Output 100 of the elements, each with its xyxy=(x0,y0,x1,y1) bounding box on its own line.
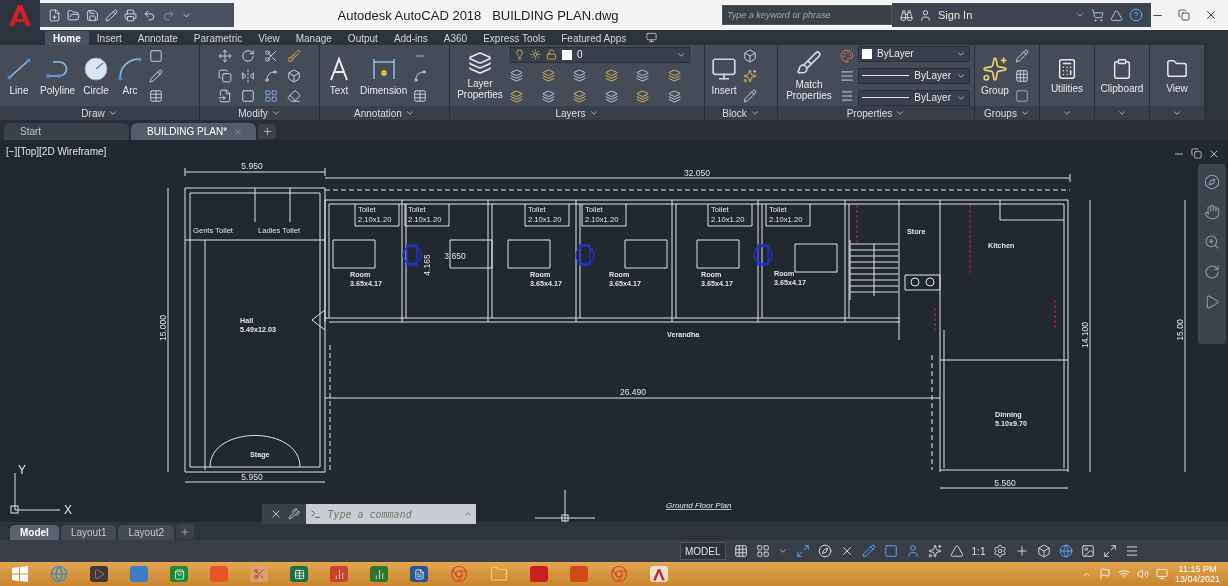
panel-title-button[interactable]: Layers xyxy=(450,106,704,120)
menu-icon[interactable] xyxy=(1125,544,1140,558)
ribbon-tab[interactable]: Home xyxy=(45,31,89,45)
windows-logo-icon[interactable] xyxy=(12,566,28,582)
sign-in-link[interactable]: Sign In xyxy=(938,9,973,21)
linetype-icon[interactable] xyxy=(840,88,854,103)
lineweight-icon[interactable] xyxy=(840,68,854,83)
table-icon[interactable] xyxy=(413,88,428,103)
circle-icon[interactable] xyxy=(83,55,110,82)
layer-tool-icon[interactable] xyxy=(604,68,618,82)
block-icon[interactable] xyxy=(743,48,757,63)
restore-icon[interactable] xyxy=(1191,148,1202,159)
command-line-field[interactable]: Type a command xyxy=(306,504,476,524)
layer-tool-icon[interactable] xyxy=(510,89,523,103)
property-dropdown[interactable]: ByLayer xyxy=(858,89,970,106)
close-icon[interactable] xyxy=(1204,8,1218,22)
app-logo[interactable] xyxy=(0,0,40,30)
close-icon[interactable] xyxy=(270,508,282,520)
ribbon-tool-button[interactable]: Line xyxy=(4,55,34,96)
file-tab[interactable]: BUILDING PLAN* xyxy=(131,123,256,140)
panel-title-button[interactable]: Annotation xyxy=(320,106,449,120)
open-folder-icon[interactable] xyxy=(66,8,80,22)
layout-tab[interactable]: Layout1 xyxy=(60,525,117,540)
ribbon-tool-button[interactable]: Match Properties xyxy=(782,50,836,101)
layers-icon[interactable] xyxy=(468,51,492,75)
panel-title-button[interactable]: Groups xyxy=(975,106,1039,120)
presentation-icon[interactable] xyxy=(330,566,348,582)
match-properties-icon[interactable] xyxy=(796,50,822,76)
pencil-icon[interactable] xyxy=(149,68,164,83)
folder-icon[interactable] xyxy=(1166,57,1188,80)
snap-icon[interactable] xyxy=(755,544,770,558)
help-icon[interactable] xyxy=(1129,8,1143,22)
ribbon-tool-button[interactable]: Insert xyxy=(709,55,739,96)
ribbon-tool-button[interactable]: Layer Properties xyxy=(454,51,506,100)
print-icon[interactable] xyxy=(123,8,137,22)
caret-icon[interactable] xyxy=(1075,10,1085,20)
model-space-button[interactable]: MODEL xyxy=(680,542,726,560)
layer-tool-icon[interactable] xyxy=(573,68,586,82)
ribbon-tool-button[interactable]: Text xyxy=(324,55,354,96)
close-icon[interactable] xyxy=(1208,148,1220,160)
property-dropdown[interactable]: ByLayer xyxy=(858,67,970,84)
command-input-field[interactable]: Type a command xyxy=(325,507,459,521)
caret-icon[interactable] xyxy=(777,546,788,556)
ribbon-tab[interactable]: Featured Apps xyxy=(553,31,635,45)
ribbon-tab[interactable]: Add-ins xyxy=(385,31,436,45)
layer-tool-icon[interactable] xyxy=(541,89,555,103)
rectangle-icon[interactable] xyxy=(149,48,164,63)
panel-title-button[interactable]: Block xyxy=(705,106,777,120)
copy-icon[interactable] xyxy=(218,68,232,83)
ribbon-tab[interactable]: View xyxy=(250,31,288,45)
save-icon[interactable] xyxy=(85,8,99,22)
settings-icon[interactable] xyxy=(993,544,1008,558)
ribbon-tab[interactable]: A360 xyxy=(435,31,476,45)
triangle-icon[interactable] xyxy=(1110,8,1123,22)
new-file-icon[interactable] xyxy=(47,8,61,22)
ribbon-tab[interactable]: Output xyxy=(339,31,386,45)
layer-tool-icon[interactable] xyxy=(541,68,555,82)
ribbon-tab[interactable]: Manage xyxy=(287,31,340,45)
media-player-icon[interactable] xyxy=(90,566,108,582)
fullscreen-icon[interactable] xyxy=(1103,544,1118,558)
ribbon-tab[interactable]: Insert xyxy=(88,31,130,45)
store-icon[interactable] xyxy=(170,566,188,582)
viewport-label[interactable]: [−][Top][2D Wireframe] xyxy=(6,146,107,157)
mirror-icon[interactable] xyxy=(241,68,255,83)
layer-tool-icon[interactable] xyxy=(573,89,586,103)
calculator-icon[interactable] xyxy=(1056,57,1078,80)
property-dropdown[interactable]: ByLayer xyxy=(858,45,970,62)
flag-icon[interactable] xyxy=(1098,568,1111,580)
ribbon-tool-button[interactable]: Arc xyxy=(115,55,146,96)
color-wheel-icon[interactable] xyxy=(840,48,854,63)
group-edit-icon[interactable] xyxy=(1014,48,1029,63)
eraser-icon[interactable] xyxy=(287,88,301,103)
annotation-scale-button[interactable]: 1:1 xyxy=(971,545,986,557)
panel-title-button[interactable]: Properties xyxy=(778,106,974,120)
undo-icon[interactable] xyxy=(142,8,156,22)
layer-tool-icon[interactable] xyxy=(510,68,523,82)
ribbon-tool-button[interactable]: Dimension xyxy=(358,55,410,96)
plus-icon[interactable] xyxy=(1015,544,1030,558)
search-field[interactable]: Type a keyword or phrase xyxy=(722,5,892,25)
spreadsheet-icon[interactable] xyxy=(290,566,308,582)
ribbon-tool-button[interactable]: Circle xyxy=(81,55,112,96)
layer-tool-icon[interactable] xyxy=(667,89,681,103)
curve-icon[interactable] xyxy=(264,68,278,83)
box-icon[interactable] xyxy=(287,68,301,83)
layer-tool-icon[interactable] xyxy=(636,68,649,82)
pan-icon[interactable] xyxy=(1204,204,1220,220)
arc-icon[interactable] xyxy=(117,55,144,82)
cad-app-icon[interactable] xyxy=(650,566,668,582)
panel-title-button[interactable]: Draw xyxy=(0,106,199,120)
layout-tab[interactable]: Model xyxy=(10,525,59,540)
leader-icon[interactable] xyxy=(413,68,428,83)
restore-icon[interactable] xyxy=(1178,9,1190,21)
layer-dropdown[interactable]: 0 xyxy=(510,46,690,63)
layer-tool-icon[interactable] xyxy=(604,89,618,103)
scissors-icon[interactable] xyxy=(264,48,278,63)
scissors-app-icon[interactable] xyxy=(250,566,268,582)
move-icon[interactable] xyxy=(218,48,232,63)
orbit-icon[interactable] xyxy=(1204,264,1220,280)
ribbon-tab[interactable]: Parametric xyxy=(185,31,251,45)
panel-title-button[interactable]: Modify xyxy=(200,106,319,120)
